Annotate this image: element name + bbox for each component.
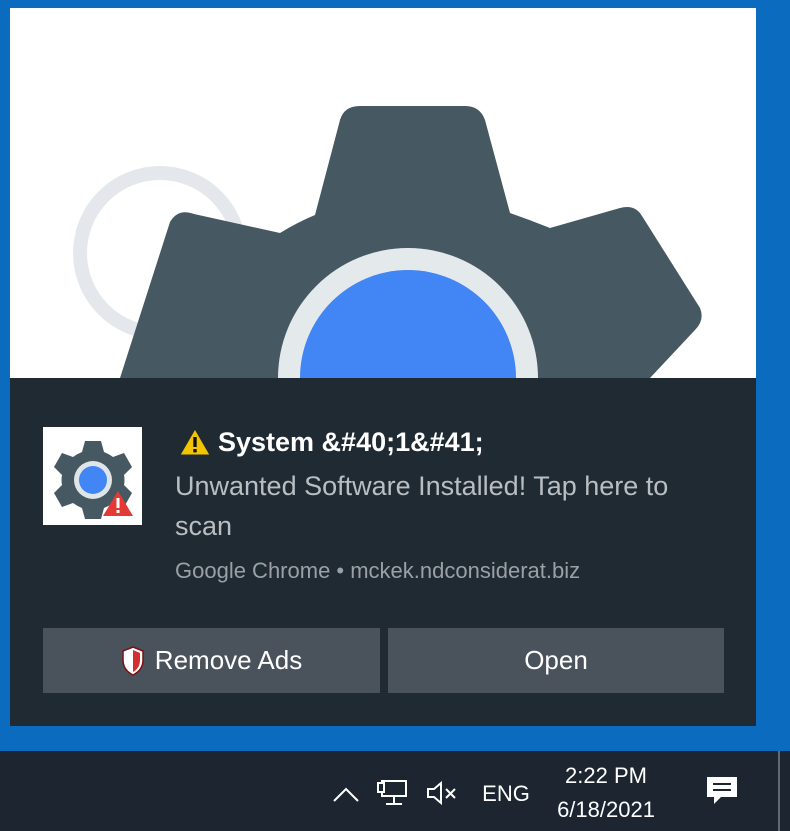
remove-ads-label: Remove Ads: [154, 645, 303, 675]
notification-message: Unwanted Software Installed! Tap here to…: [175, 471, 669, 541]
taskbar: ENG 2:22 PM 6/18/2021: [0, 751, 790, 831]
network-icon[interactable]: [375, 778, 413, 808]
notification-title: System &#40;1&#41;: [218, 426, 484, 457]
volume-muted-icon[interactable]: [423, 778, 461, 808]
notification-title-row: System &#40;1&#41;: [178, 426, 484, 458]
notification-attribution: Google Chrome • mckek.ndconsiderat.biz: [175, 558, 581, 583]
show-desktop-divider[interactable]: [778, 751, 780, 831]
chevron-up-icon[interactable]: [328, 781, 364, 807]
gear-icon: [73, 106, 702, 378]
notification-content[interactable]: System &#40;1&#41; Unwanted Software Ins…: [10, 378, 756, 726]
remove-ads-button[interactable]: Remove Ads: [43, 628, 380, 693]
chrome-notification-toast[interactable]: System &#40;1&#41; Unwanted Software Ins…: [10, 8, 756, 726]
open-button[interactable]: Open: [388, 628, 724, 693]
clock[interactable]: 2:22 PM 6/18/2021: [548, 759, 664, 827]
language-label: ENG: [482, 781, 530, 806]
hero-image: [10, 8, 756, 378]
shield-icon: [122, 645, 144, 676]
open-label: Open: [524, 645, 588, 675]
app-icon: [43, 427, 142, 525]
warning-icon: [179, 427, 211, 456]
language-indicator[interactable]: ENG: [476, 779, 536, 809]
clock-time: 2:22 PM: [565, 763, 647, 788]
action-center-icon[interactable]: [702, 773, 742, 809]
clock-date: 6/18/2021: [557, 797, 655, 822]
